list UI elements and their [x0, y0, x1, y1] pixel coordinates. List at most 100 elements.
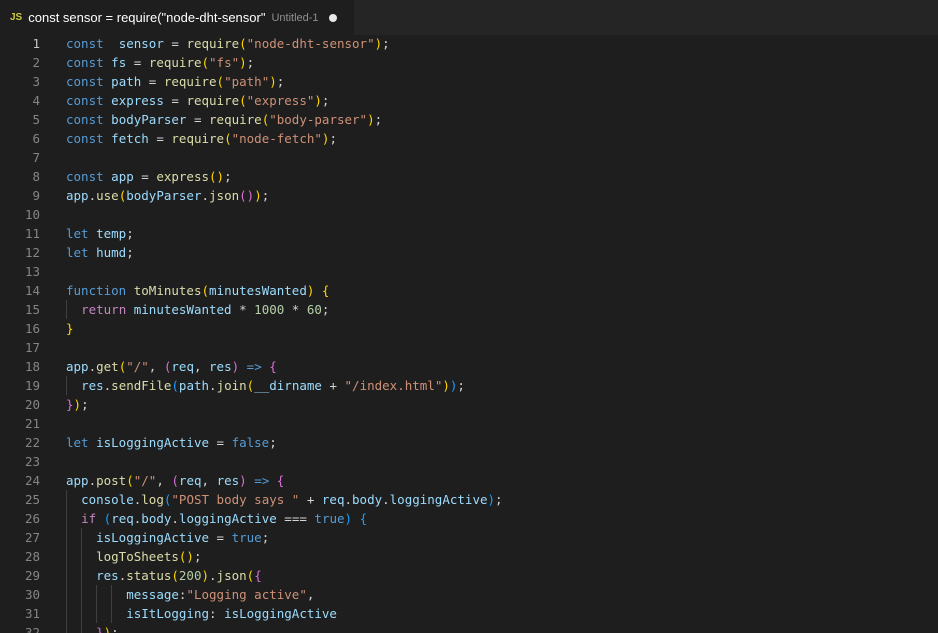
code-text: app.use(bodyParser.json()); — [66, 188, 270, 203]
code-text: const bodyParser = require("body-parser"… — [66, 112, 383, 127]
line-number: 17 — [24, 340, 40, 355]
code-text: }); — [66, 397, 89, 412]
code-text: isLoggingActive = true; — [96, 530, 270, 545]
code-line[interactable]: 27 isLoggingActive = true; — [0, 528, 938, 547]
code-line[interactable]: 21 — [0, 414, 938, 433]
code-line[interactable]: 14 function toMinutes(minutesWanted) { — [0, 281, 938, 300]
code-text: }); — [96, 625, 119, 633]
line-number: 18 — [24, 359, 40, 374]
code-line[interactable]: 28 logToSheets(); — [0, 547, 938, 566]
indent-guide — [66, 300, 67, 319]
code-line[interactable]: 26 if (req.body.loggingActive === true) … — [0, 509, 938, 528]
line-number: 15 — [24, 302, 40, 317]
line-number: 16 — [24, 321, 40, 336]
line-number: 27 — [24, 530, 40, 545]
tab-description: Untitled-1 — [271, 11, 319, 24]
code-text: isItLogging: isLoggingActive — [126, 606, 337, 621]
code-line[interactable]: 32 }); — [0, 623, 938, 633]
code-line[interactable]: 29 res.status(200).json({ — [0, 566, 938, 585]
line-number: 4 — [32, 93, 40, 108]
line-number: 6 — [32, 131, 40, 146]
indent-guide — [66, 490, 67, 633]
code-text: message:"Logging active", — [126, 587, 315, 602]
code-line[interactable]: 9 app.use(bodyParser.json()); — [0, 186, 938, 205]
code-line[interactable]: 20}); — [0, 395, 938, 414]
line-number: 10 — [24, 207, 40, 222]
code-line[interactable]: 11 let temp; — [0, 224, 938, 243]
line-number: 31 — [24, 606, 40, 621]
code-text: const fs = require("fs"); — [66, 55, 255, 70]
code-line[interactable]: 30 message:"Logging active", — [0, 585, 938, 604]
line-number: 20 — [24, 397, 40, 412]
code-line[interactable]: 31 isItLogging: isLoggingActive — [0, 604, 938, 623]
code-text: app.post("/", (req, res) => { — [66, 473, 285, 488]
line-number: 5 — [32, 112, 40, 127]
line-number: 30 — [24, 587, 40, 602]
code-line[interactable]: 25 console.log("POST body says " + req.b… — [0, 490, 938, 509]
line-number: 21 — [24, 416, 40, 431]
editor-tab[interactable]: JS const sensor = require("node-dht-sens… — [0, 0, 354, 35]
code-line[interactable]: 19 res.sendFile(path.join(__dirname + "/… — [0, 376, 938, 395]
indent-guide — [66, 376, 67, 395]
tab-bar: JS const sensor = require("node-dht-sens… — [0, 0, 938, 35]
code-text: logToSheets(); — [96, 549, 202, 564]
code-line[interactable]: 24 app.post("/", (req, res) => { — [0, 471, 938, 490]
code-text: const express = require("express"); — [66, 93, 330, 108]
code-line[interactable]: 7 — [0, 148, 938, 167]
code-line[interactable]: 12 let humd; — [0, 243, 938, 262]
code-text: app.get("/", (req, res) => { — [66, 359, 277, 374]
code-text: let isLoggingActive = false; — [66, 435, 277, 450]
line-number: 23 — [24, 454, 40, 469]
line-number: 8 — [32, 169, 40, 184]
tab-title: const sensor = require("node-dht-sensor" — [28, 10, 266, 25]
line-number: 7 — [32, 150, 40, 165]
code-line[interactable]: 2 const fs = require("fs"); — [0, 53, 938, 72]
line-number: 13 — [24, 264, 40, 279]
code-text: let temp; — [66, 226, 134, 241]
code-text: res.status(200).json({ — [96, 568, 262, 583]
line-number: 24 — [24, 473, 40, 488]
code-line[interactable]: 17 — [0, 338, 938, 357]
line-number: 29 — [24, 568, 40, 583]
line-number: 25 — [24, 492, 40, 507]
code-text: const sensor = require("node-dht-sensor"… — [66, 36, 390, 51]
line-number: 22 — [24, 435, 40, 450]
code-line[interactable]: 6 const fetch = require("node-fetch"); — [0, 129, 938, 148]
line-number: 1 — [32, 36, 40, 51]
code-text: return minutesWanted * 1000 * 60; — [81, 302, 330, 317]
line-number: 19 — [24, 378, 40, 393]
unsaved-dot-icon[interactable] — [328, 13, 337, 22]
code-text: res.sendFile(path.join(__dirname + "/ind… — [81, 378, 465, 393]
code-line[interactable]: 13 — [0, 262, 938, 281]
indent-guide — [81, 528, 83, 633]
line-number: 28 — [24, 549, 40, 564]
code-line[interactable]: 1 const sensor = require("node-dht-sensor… — [0, 34, 938, 53]
line-number: 11 — [24, 226, 40, 241]
code-line[interactable]: 16} — [0, 319, 938, 338]
code-text: } — [66, 321, 74, 336]
code-text: if (req.body.loggingActive === true) { — [81, 511, 368, 526]
code-editor[interactable]: 1 const sensor = require("node-dht-sensor… — [0, 34, 938, 633]
line-number: 26 — [24, 511, 40, 526]
line-number: 9 — [32, 188, 40, 203]
code-text: const app = express(); — [66, 169, 232, 184]
code-line[interactable]: 3 const path = require("path"); — [0, 72, 938, 91]
line-number: 12 — [24, 245, 40, 260]
code-text: let humd; — [66, 245, 134, 260]
line-number: 14 — [24, 283, 40, 298]
line-number: 2 — [32, 55, 40, 70]
code-line[interactable]: 5 const bodyParser = require("body-parser… — [0, 110, 938, 129]
code-line[interactable]: 22 let isLoggingActive = false; — [0, 433, 938, 452]
code-line[interactable]: 15 return minutesWanted * 1000 * 60; — [0, 300, 938, 319]
code-line[interactable]: 4 const express = require("express"); — [0, 91, 938, 110]
indent-guide — [96, 585, 98, 623]
javascript-file-icon: JS — [10, 12, 23, 23]
indent-guide — [111, 585, 113, 623]
code-line[interactable]: 23 — [0, 452, 938, 471]
code-line[interactable]: 10 — [0, 205, 938, 224]
code-line[interactable]: 8 const app = express(); — [0, 167, 938, 186]
code-text: const path = require("path"); — [66, 74, 285, 89]
line-number: 32 — [24, 625, 40, 633]
code-line[interactable]: 18 app.get("/", (req, res) => { — [0, 357, 938, 376]
code-text: const fetch = require("node-fetch"); — [66, 131, 337, 146]
